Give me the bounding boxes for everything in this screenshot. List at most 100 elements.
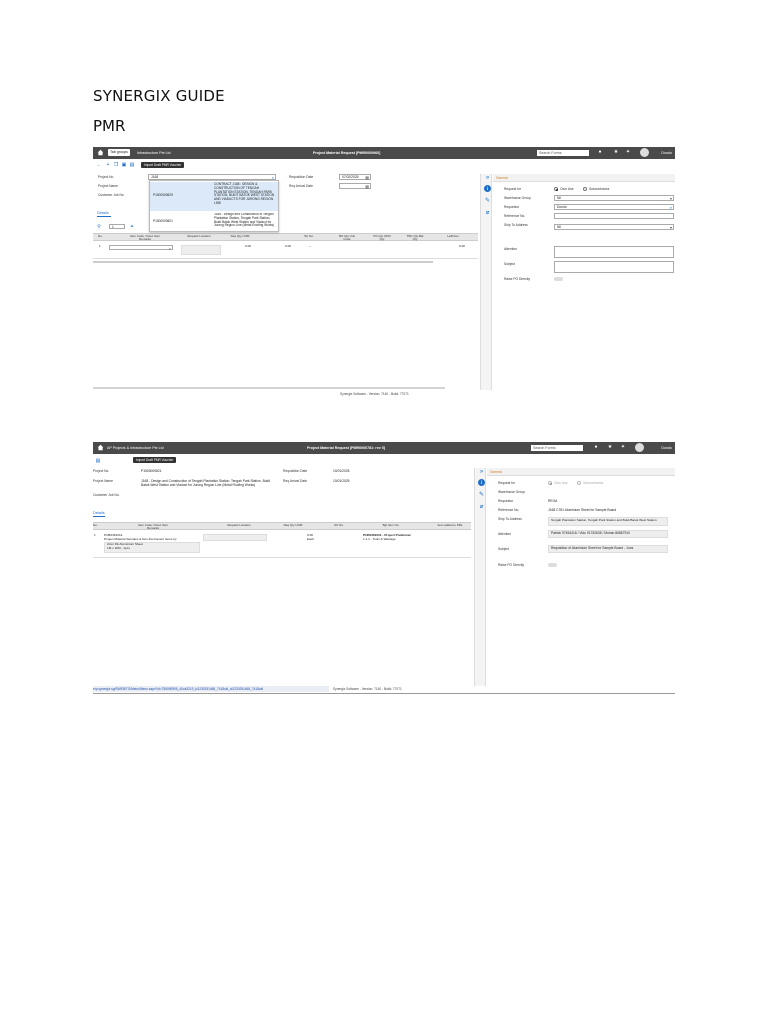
import-icon[interactable]: ▤	[95, 458, 101, 464]
tab-underline	[93, 516, 105, 517]
grid-header: No. Item Code / Desc Item Remarks Reques…	[93, 522, 471, 530]
home-icon[interactable]	[97, 149, 104, 156]
subcontractor-label: Subcontractor	[589, 187, 610, 191]
attention-input[interactable]	[554, 246, 674, 258]
subject-field: Requisition of Aluminium Sheet for Sampl…	[548, 545, 668, 553]
back-icon[interactable]: ←	[96, 162, 102, 168]
star-icon[interactable]: ★	[607, 444, 613, 451]
col-leftover: LeftOver	[447, 234, 459, 238]
ship-to-label: Ship To Address	[498, 517, 522, 521]
user-name[interactable]: Dondo	[661, 445, 672, 451]
ship-to-select[interactable]: Nil ▾	[554, 224, 674, 230]
tab-details[interactable]: Details	[93, 511, 105, 515]
bell-icon[interactable]: ●	[597, 149, 603, 156]
request-location-input[interactable]	[203, 534, 267, 541]
tab-groups-button[interactable]: Tab groups	[108, 149, 130, 156]
search-forms-input[interactable]: Search Forms	[531, 445, 583, 451]
expand-icon[interactable]: »	[484, 175, 491, 182]
import-icon[interactable]: ▤	[129, 162, 135, 168]
tab-underline	[97, 216, 111, 217]
reference-input[interactable]	[554, 213, 674, 219]
add-icon[interactable]: +	[105, 162, 111, 168]
window-title: Project Material Request [PMR0000781: re…	[307, 446, 385, 450]
subcontractor-radio[interactable]	[583, 187, 587, 191]
table-row[interactable]: 1 PUB0381014 Project Material Samples & …	[93, 532, 471, 558]
attachment-icon[interactable]: ⌀	[484, 210, 491, 217]
subject-label: Subject	[504, 262, 515, 266]
info-icon[interactable]: i	[478, 479, 485, 486]
subcontractor-radio[interactable]	[577, 481, 581, 485]
col-no: No.	[98, 234, 103, 238]
pin-icon[interactable]: ✦	[625, 149, 631, 156]
status-bar: erp.synergix.sg/SWEB/TG/Menu/Menu.aspx?i…	[93, 686, 329, 692]
requisition-date-label: Requisition Date	[283, 469, 308, 473]
link-icon[interactable]: ⚭	[129, 224, 135, 230]
ship-to-field: Tengah Plantation Station, Tengah Park S…	[548, 517, 668, 526]
save-icon[interactable]: ▣	[121, 162, 127, 168]
bell-icon[interactable]: ●	[593, 444, 599, 451]
footer-version: Synergix Software - Version: 7140 - Buil…	[333, 687, 402, 691]
edit-icon[interactable]: ✎	[478, 492, 485, 499]
col-item-code: Item Code / Desc Item Remarks	[138, 523, 168, 531]
col-su-no: SU No.	[304, 234, 314, 238]
dropdown-option[interactable]: P1500000629 CONTRACT J168 : DESIGN & CON…	[150, 182, 278, 211]
project-no-value: P1500000821	[141, 469, 162, 473]
own-use-radio[interactable]	[548, 481, 552, 485]
calendar-icon[interactable]: ▦	[365, 175, 369, 180]
status-url[interactable]: erp.synergix.sg/SWEB/TG/Menu/Menu.aspx?i…	[93, 687, 263, 691]
col-request-location: Request Location	[227, 523, 251, 527]
customer-job-label: Customer Job No.	[93, 493, 120, 497]
user-name[interactable]: Dondo	[661, 150, 672, 156]
company-selector[interactable]: Infrastructure Pte Ltd	[137, 150, 171, 156]
raise-po-toggle[interactable]	[548, 563, 557, 567]
copy-icon[interactable]: ❐	[113, 162, 119, 168]
search-forms-input[interactable]: Search Forms	[537, 150, 589, 156]
info-icon[interactable]: i	[484, 185, 491, 192]
calendar-icon[interactable]: ▦	[365, 184, 369, 189]
requisition-date-input[interactable]: 07/02/2025 ▦	[339, 174, 371, 180]
general-panel: General Request for Own Use Subcontracto…	[487, 468, 675, 686]
subject-input[interactable]	[554, 261, 674, 273]
filter-icon[interactable]: ⚲	[96, 224, 102, 230]
page-number-input[interactable]: 1	[109, 224, 125, 229]
attention-label: Attention	[504, 247, 518, 251]
expand-icon[interactable]: »	[478, 469, 485, 476]
requestor-input[interactable]: Dondo ⌕	[554, 204, 674, 210]
col-bgt-item: Bgt Item No.	[382, 523, 400, 527]
pin-icon[interactable]: ✦	[620, 444, 626, 451]
req-arrival-label: Req Arrival Date	[283, 479, 308, 483]
home-icon[interactable]	[97, 444, 104, 451]
req-arrival-input[interactable]: ▦	[339, 183, 371, 189]
search-icon[interactable]: ⌕	[169, 246, 171, 251]
raise-po-toggle[interactable]	[554, 277, 563, 281]
chevron-down-icon: ▾	[669, 196, 672, 201]
requisition-date-label: Requisition Date	[289, 175, 314, 179]
edit-icon[interactable]: ✎	[484, 198, 491, 205]
requestor-label: Requestor	[498, 499, 514, 503]
document-subtitle: PMR	[93, 117, 126, 135]
request-for-label: Request for	[504, 187, 522, 191]
company-selector[interactable]: AP Projects & Infrastructure Pte Ltd	[107, 445, 164, 451]
request-location-input[interactable]	[181, 245, 221, 255]
horizontal-scrollbar[interactable]	[93, 261, 433, 263]
col-item-code: Item Code / Desc Item Remarks	[130, 234, 160, 242]
side-rail: » i ✎ ⌀	[474, 468, 486, 686]
dropdown-option[interactable]: P1500000821 J168 - Design and Constructi…	[150, 212, 278, 232]
own-use-radio[interactable]	[554, 187, 558, 191]
star-icon[interactable]: ★	[613, 149, 619, 156]
req-arrival-value: 10/01/2025	[333, 479, 350, 483]
table-row[interactable]: 1 ⌕ 0.00 0.00 -- 0.00	[93, 243, 478, 259]
tab-details[interactable]: Details	[97, 211, 109, 215]
search-icon[interactable]: ⌕	[670, 205, 672, 210]
avatar[interactable]	[640, 148, 649, 157]
item-code-input[interactable]: ⌕	[109, 245, 173, 251]
screenshot-pmr-new: Tab groups Infrastructure Pte Ltd Projec…	[93, 147, 675, 397]
warehouse-group-select[interactable]: Nil ▾	[554, 195, 674, 201]
chevron-down-icon: ▾	[669, 225, 672, 230]
item-remarks[interactable]: 2mm thk Aluminium Sheet 1M x 10M - 1pcs	[104, 542, 200, 553]
own-use-label: Own Use	[554, 481, 568, 485]
attachment-icon[interactable]: ⌀	[478, 504, 485, 511]
warehouse-group-label: Warehouse Group	[498, 490, 525, 494]
avatar[interactable]	[635, 443, 644, 452]
bottom-scrollbar[interactable]	[93, 387, 445, 389]
